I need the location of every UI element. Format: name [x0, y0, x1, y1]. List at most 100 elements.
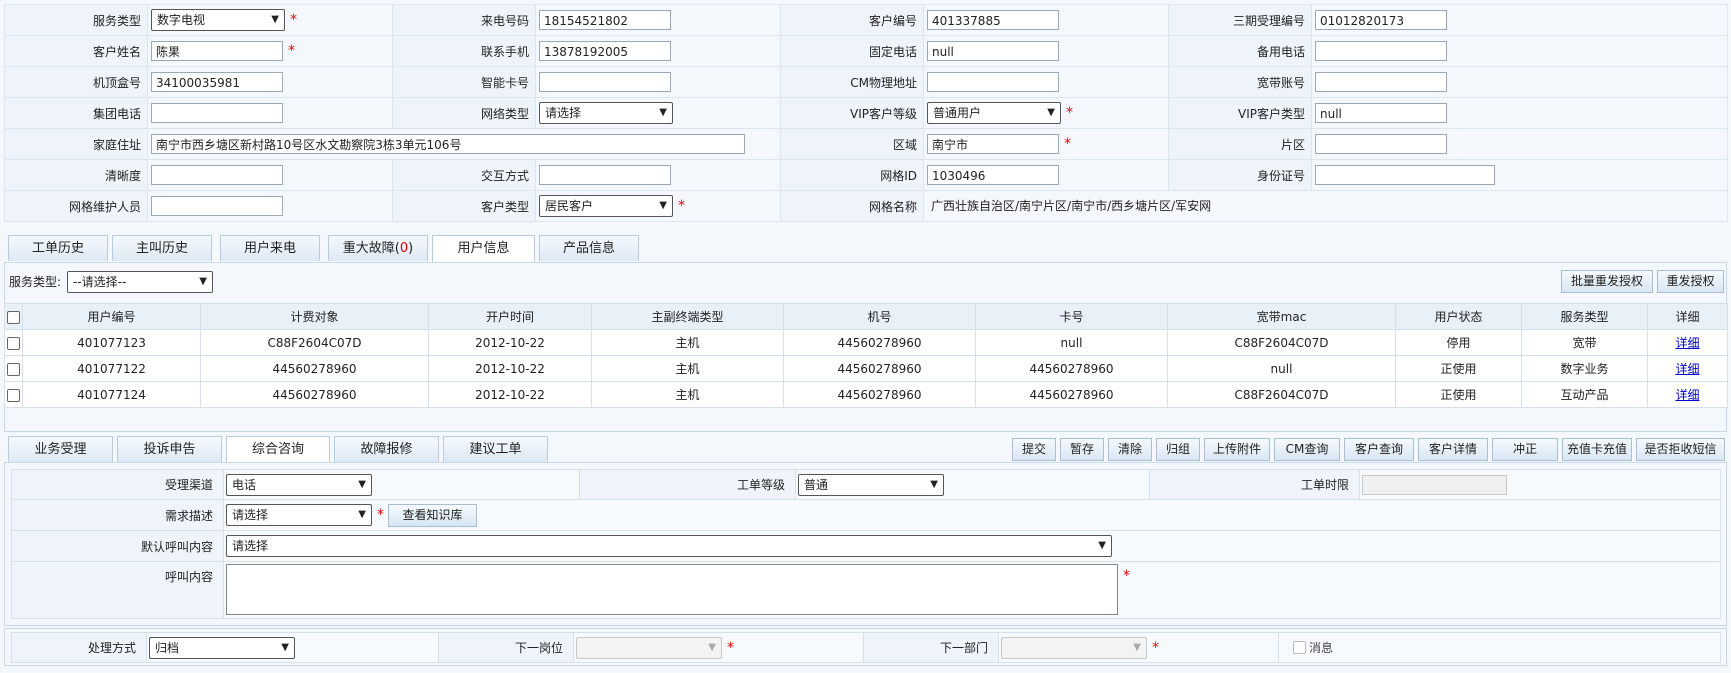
requirement-select[interactable]: 请选择 ▼ — [226, 504, 372, 526]
grid-id-label: 网格ID — [780, 159, 924, 191]
required-asterisk: * — [1066, 105, 1073, 121]
customer-name-input[interactable]: 陈果 — [151, 41, 283, 61]
tab-fault-repair[interactable]: 故障报修 — [334, 436, 439, 462]
definition-input[interactable] — [151, 165, 283, 185]
service-type-select[interactable]: 数字电视 ▼ — [151, 9, 285, 31]
table-cell: 正使用 — [1395, 381, 1522, 408]
cm-query-button[interactable]: CM查询 — [1274, 438, 1340, 461]
row-checkbox[interactable] — [4, 329, 23, 356]
customer-name-label: 客户姓名 — [4, 35, 148, 67]
network-type-select[interactable]: 请选择 ▼ — [539, 102, 673, 124]
user-service-type-select[interactable]: --请选择-- ▼ — [67, 271, 213, 293]
select-all-checkbox[interactable] — [4, 303, 23, 330]
upload-attachment-button[interactable]: 上传附件 — [1204, 438, 1270, 461]
ticket-level-label: 工单等级 — [579, 469, 796, 500]
zone-input[interactable] — [1315, 134, 1447, 154]
ticket-level-select[interactable]: 普通 ▼ — [798, 473, 944, 496]
channel-select[interactable]: 电话 ▼ — [226, 473, 372, 496]
phase3-accept-no-label: 三期受理编号 — [1168, 4, 1312, 36]
save-draft-button[interactable]: 暂存 — [1060, 438, 1104, 461]
message-label: 消息 — [1309, 641, 1334, 655]
grid-id-input[interactable]: 1030496 — [927, 165, 1059, 185]
group-phone-input[interactable] — [151, 103, 283, 123]
submit-button[interactable]: 提交 — [1012, 438, 1056, 461]
caller-number-input[interactable]: 18154521802 — [539, 10, 671, 30]
table-cell: 正使用 — [1395, 355, 1522, 382]
next-post-select[interactable]: ▼ — [576, 636, 722, 659]
next-dept-select[interactable]: ▼ — [1001, 636, 1147, 659]
customer-no-input[interactable]: 401337885 — [927, 10, 1059, 30]
tab-product-info[interactable]: 产品信息 — [539, 235, 639, 261]
grid-maintainer-input[interactable] — [151, 196, 283, 216]
chevron-down-icon: ▼ — [708, 641, 716, 653]
tab-caller-history[interactable]: 主叫历史 — [112, 235, 212, 261]
grid-name-label: 网格名称 — [780, 190, 924, 222]
detail-link[interactable]: 详细 — [1675, 362, 1699, 376]
interaction-mode-input[interactable] — [539, 165, 671, 185]
consultation-form: 受理渠道 电话 ▼ 工单等级 普通 ▼ 工单时限 需求描述 请选择 ▼ * 查看知识库 默… — [11, 469, 1721, 619]
resend-auth-button[interactable]: 重发授权 — [1657, 270, 1724, 293]
detail-link[interactable]: 详细 — [1675, 388, 1699, 402]
contact-mobile-input[interactable]: 13878192005 — [539, 41, 671, 61]
customer-detail-button[interactable]: 客户详情 — [1418, 438, 1488, 461]
group-button[interactable]: 归组 — [1156, 438, 1200, 461]
reversal-button[interactable]: 冲正 — [1492, 438, 1558, 461]
fixed-phone-input[interactable]: null — [927, 41, 1059, 61]
id-card-label: 身份证号 — [1168, 159, 1312, 191]
table-cell: 401077123 — [22, 329, 201, 356]
phase3-accept-no-input[interactable]: 01012820173 — [1315, 10, 1447, 30]
reject-sms-button[interactable]: 是否拒收短信 — [1636, 438, 1725, 461]
tab-user-calls[interactable]: 用户来电 — [220, 235, 320, 261]
call-content-textarea[interactable] — [226, 564, 1118, 615]
customer-type-select[interactable]: 居民客户 ▼ — [539, 195, 673, 217]
chevron-down-icon: ▼ — [358, 509, 366, 520]
smart-card-label: 智能卡号 — [392, 66, 536, 98]
area-input[interactable]: 南宁市 — [927, 134, 1059, 154]
customer-query-button[interactable]: 客户查询 — [1344, 438, 1414, 461]
tab-suggestion[interactable]: 建议工单 — [443, 436, 548, 462]
cm-physical-addr-input[interactable] — [927, 72, 1059, 92]
user-table: 用户编号 计费对象 开户时间 主副终端类型 机号 卡号 宽带mac 用户状态 服… — [4, 303, 1728, 408]
cm-physical-addr-label: CM物理地址 — [780, 66, 924, 98]
tab-user-info[interactable]: 用户信息 — [432, 235, 535, 262]
chevron-down-icon: ▼ — [659, 200, 667, 211]
stb-no-label: 机顶盒号 — [4, 66, 148, 98]
col-header: 计费对象 — [200, 303, 429, 330]
table-cell: C88F2604C07D — [1167, 329, 1396, 356]
default-call-content-label: 默认呼叫内容 — [11, 530, 224, 562]
process-method-select[interactable]: 归档 ▼ — [149, 636, 295, 659]
id-card-input[interactable] — [1315, 165, 1495, 185]
smart-card-input[interactable] — [539, 72, 671, 92]
card-recharge-button[interactable]: 充值卡充值 — [1562, 438, 1632, 461]
detail-link[interactable]: 详细 — [1675, 336, 1699, 350]
row-checkbox[interactable] — [4, 381, 23, 408]
tab-complaint[interactable]: 投诉申告 — [117, 436, 222, 462]
vip-type-input[interactable]: null — [1315, 103, 1447, 123]
clear-button[interactable]: 清除 — [1108, 438, 1152, 461]
tab-ticket-history[interactable]: 工单历史 — [8, 235, 108, 261]
col-header: 机号 — [783, 303, 976, 330]
tab-business-accept[interactable]: 业务受理 — [8, 436, 113, 462]
home-address-label: 家庭住址 — [4, 128, 148, 160]
col-header: 详细 — [1647, 303, 1728, 330]
backup-phone-input[interactable] — [1315, 41, 1447, 61]
definition-label: 清晰度 — [4, 159, 148, 191]
default-call-content-select[interactable]: 请选择 ▼ — [226, 535, 1112, 557]
tab-consultation[interactable]: 综合咨询 — [226, 436, 330, 463]
table-cell: 401077122 — [22, 355, 201, 382]
user-table-header: 用户编号 计费对象 开户时间 主副终端类型 机号 卡号 宽带mac 用户状态 服… — [4, 303, 1728, 330]
message-checkbox[interactable] — [1293, 641, 1306, 654]
network-type-label: 网络类型 — [392, 97, 536, 129]
caller-number-label: 来电号码 — [392, 4, 536, 36]
row-checkbox[interactable] — [4, 355, 23, 382]
tab-major-fault[interactable]: 重大故障(0) — [328, 235, 428, 261]
interaction-mode-label: 交互方式 — [392, 159, 536, 191]
broadband-account-input[interactable] — [1315, 72, 1447, 92]
required-asterisk: * — [377, 507, 384, 523]
vip-level-select[interactable]: 普通用户 ▼ — [927, 102, 1061, 124]
stb-no-input[interactable]: 34100035981 — [151, 72, 283, 92]
major-fault-count: 0 — [399, 241, 409, 256]
knowledge-base-button[interactable]: 查看知识库 — [388, 503, 477, 527]
home-address-input[interactable]: 南宁市西乡塘区新村路10号区水文勘察院3栋3单元106号 — [151, 134, 745, 154]
batch-resend-auth-button[interactable]: 批量重发授权 — [1561, 270, 1653, 293]
